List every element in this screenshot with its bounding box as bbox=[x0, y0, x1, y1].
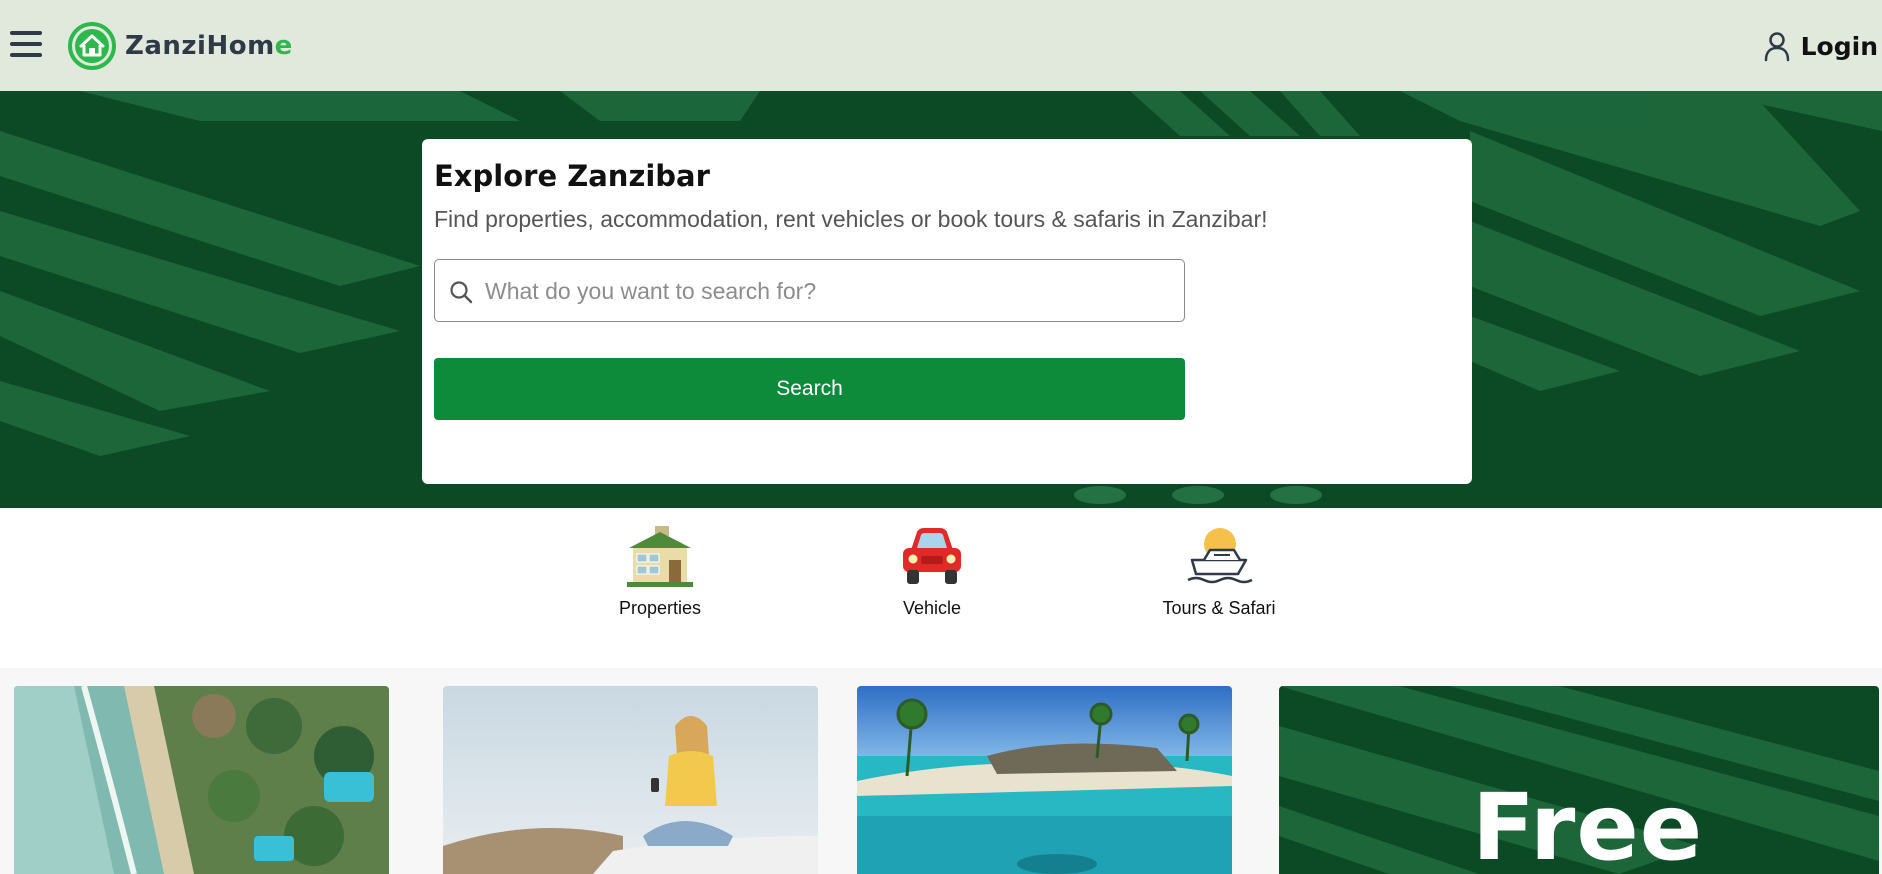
category-bar: Properties Vehicle Tours & Safari bbox=[0, 508, 1882, 668]
boat-icon bbox=[1187, 528, 1253, 584]
category-vehicle[interactable]: Vehicle bbox=[852, 524, 1012, 619]
woman-on-car-image bbox=[443, 686, 818, 874]
site-logo[interactable]: ZanziHome bbox=[67, 20, 293, 72]
category-label: Tours & Safari bbox=[1162, 598, 1276, 618]
login-button[interactable]: Login bbox=[1761, 26, 1878, 66]
category-properties[interactable]: Properties bbox=[580, 524, 740, 619]
house-icon bbox=[68, 22, 116, 70]
promo-card-vehicle-rental[interactable] bbox=[443, 686, 818, 874]
category-label: Vehicle bbox=[902, 598, 962, 618]
promo-card-island-tour[interactable] bbox=[857, 686, 1232, 874]
category-tours-safari[interactable]: Tours & Safari bbox=[1139, 524, 1299, 619]
tropical-island-image bbox=[857, 686, 1232, 874]
search-box[interactable] bbox=[434, 259, 1185, 322]
login-label: Login bbox=[1800, 31, 1878, 61]
user-icon bbox=[1764, 32, 1789, 62]
page-subtitle: Find properties, accommodation, rent veh… bbox=[434, 206, 1268, 232]
category-label: Properties bbox=[618, 598, 702, 618]
search-button[interactable]: Search bbox=[434, 358, 1185, 420]
top-navbar: ZanziHome Login bbox=[0, 0, 1882, 91]
search-card: Explore Zanzibar Find properties, accomm… bbox=[422, 139, 1472, 484]
hamburger-menu-icon[interactable] bbox=[10, 31, 42, 61]
free-listing-banner[interactable]: Free bbox=[1279, 686, 1879, 874]
house-icon bbox=[627, 526, 693, 587]
page-title: Explore Zanzibar bbox=[434, 159, 710, 193]
search-input[interactable] bbox=[485, 264, 1175, 318]
beach-resort-image bbox=[14, 686, 389, 874]
car-icon bbox=[903, 528, 961, 584]
promo-card-beach-resort[interactable] bbox=[14, 686, 389, 874]
logo-text: ZanziHome bbox=[125, 31, 293, 61]
hero-banner: Explore Zanzibar Find properties, accomm… bbox=[0, 91, 1882, 508]
search-icon bbox=[450, 281, 473, 304]
free-banner-text: Free bbox=[1472, 774, 1704, 874]
